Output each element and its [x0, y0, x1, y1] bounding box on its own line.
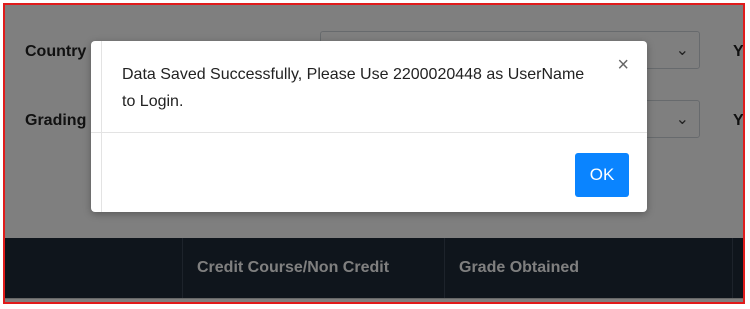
close-icon[interactable]: × [617, 55, 629, 75]
dialog-message: Data Saved Successfully, Please Use 2200… [122, 66, 585, 110]
success-dialog: Data Saved Successfully, Please Use 2200… [91, 41, 647, 212]
ok-button[interactable]: OK [575, 153, 629, 197]
dialog-body: Data Saved Successfully, Please Use 2200… [91, 41, 647, 133]
screenshot-frame: Country ⌄ Ye Grading ⌄ Ye Credit Course/… [3, 3, 745, 304]
